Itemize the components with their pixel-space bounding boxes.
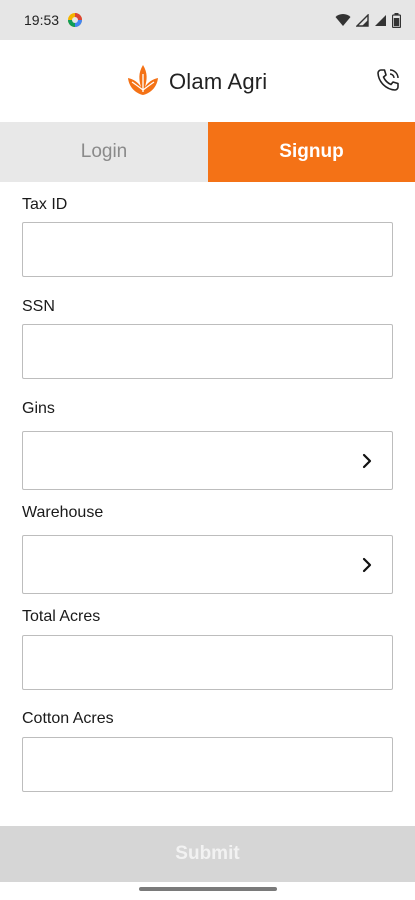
warehouse-label: Warehouse	[22, 504, 104, 521]
gins-select[interactable]	[22, 431, 393, 490]
submit-button[interactable]: Submit	[0, 826, 415, 882]
status-icons	[335, 12, 401, 28]
cell-signal-icon	[374, 14, 387, 27]
ssn-input[interactable]	[22, 324, 393, 379]
chevron-right-icon	[360, 556, 374, 574]
multicolor-app-icon	[67, 12, 83, 28]
tab-login[interactable]: Login	[0, 122, 208, 182]
navigation-handle[interactable]	[139, 887, 277, 891]
cotton-acres-label: Cotton Acres	[22, 710, 114, 727]
wifi-icon	[335, 13, 351, 27]
status-bar: 19:53	[0, 0, 415, 40]
tax-id-input[interactable]	[22, 222, 393, 277]
chevron-right-icon	[360, 452, 374, 470]
auth-tabs: Login Signup	[0, 122, 415, 182]
phone-call-icon[interactable]	[375, 67, 401, 93]
brand: Olam Agri	[125, 62, 267, 101]
olam-leaf-logo	[125, 62, 161, 101]
cotton-acres-input[interactable]	[22, 737, 393, 792]
total-acres-input[interactable]	[22, 635, 393, 690]
ssn-label: SSN	[22, 298, 55, 315]
brand-name: Olam Agri	[169, 68, 268, 94]
app-header: Olam Agri	[0, 40, 415, 122]
total-acres-label: Total Acres	[22, 608, 101, 625]
cell-signal-icon	[356, 13, 369, 27]
status-time: 19:53	[24, 12, 60, 28]
battery-icon	[392, 12, 401, 28]
warehouse-select[interactable]	[22, 535, 393, 594]
gins-label: Gins	[22, 400, 55, 417]
tax-id-label: Tax ID	[22, 196, 68, 213]
tab-signup[interactable]: Signup	[208, 122, 415, 182]
